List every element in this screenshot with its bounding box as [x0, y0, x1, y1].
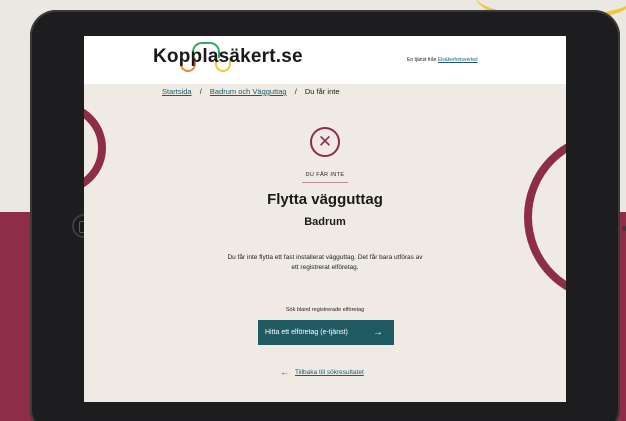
camera-dot [622, 226, 626, 231]
tagline-link[interactable]: Elsäkerhetsverket [438, 57, 478, 63]
back-link-label: Tillbaka till sökresultatet [295, 368, 364, 376]
tablet-screen: Kopplasäkert.se En tjänst från Elsäkerhe… [84, 36, 566, 402]
result-description: Du får inte flytta ett fast installerat … [227, 254, 423, 271]
breadcrumb-current: Du får inte [304, 87, 340, 96]
header-tagline: En tjänst från Elsäkerhetsverket [407, 57, 478, 63]
breadcrumb-home[interactable]: Startsida [162, 87, 192, 96]
arrow-right-icon: → [373, 327, 383, 338]
arrow-left-icon: ← [280, 367, 289, 377]
back-to-results-link[interactable]: ← Tillbaka till sökresultatet [280, 367, 364, 377]
page-title: Flytta vägguttag [267, 191, 383, 208]
status-label: DU FÅR INTE [305, 172, 345, 178]
breadcrumb-separator: / [294, 87, 297, 96]
site-header: Kopplasäkert.se En tjänst från Elsäkerhe… [84, 36, 566, 84]
page-subtitle: Badrum [304, 216, 346, 228]
decorative-circle-left [84, 102, 106, 194]
breadcrumb: Startsida / Badrum och Vägguttag / Du få… [162, 87, 340, 96]
tagline-prefix: En tjänst från [407, 57, 437, 63]
breadcrumb-separator: / [199, 87, 202, 96]
status-divider [302, 182, 348, 183]
find-electrician-button[interactable]: Hitta ett elföretag (e-tjänst) → [258, 320, 394, 345]
close-icon: ✕ [310, 127, 340, 157]
site-logo[interactable]: Kopplasäkert.se [153, 46, 303, 68]
search-label: Sök bland registrerade elföretag [285, 307, 365, 313]
find-electrician-label: Hitta ett elföretag (e-tjänst) [265, 329, 348, 336]
breadcrumb-category[interactable]: Badrum och Vägguttag [210, 87, 287, 96]
